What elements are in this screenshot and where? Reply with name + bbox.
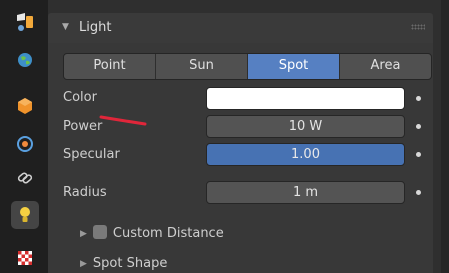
color-swatch[interactable] bbox=[206, 87, 405, 110]
specular-label: Specular bbox=[63, 147, 120, 162]
physics-tab[interactable] bbox=[11, 130, 39, 158]
panel-scrollbar[interactable] bbox=[441, 0, 449, 273]
constraints-icon bbox=[17, 172, 33, 184]
power-label: Power bbox=[63, 119, 103, 134]
light-panel-header[interactable]: ▼ Light bbox=[48, 13, 433, 43]
physics-icon bbox=[17, 136, 33, 152]
light-type-selector: Point Sun Spot Area bbox=[63, 53, 432, 80]
light-type-point[interactable]: Point bbox=[64, 54, 156, 79]
collapse-triangle-icon[interactable]: ▼ bbox=[62, 22, 69, 32]
render-tab[interactable] bbox=[11, 8, 39, 36]
color-label: Color bbox=[63, 90, 97, 105]
constraints-tab[interactable] bbox=[11, 164, 39, 192]
light-panel-body: Point Sun Spot Area Color Power 10 W Spe… bbox=[48, 43, 433, 273]
spot-shape-label: Spot Shape bbox=[92, 256, 168, 271]
annotation-mark bbox=[99, 115, 147, 126]
object-tab[interactable] bbox=[11, 92, 39, 120]
radius-field[interactable]: 1 m bbox=[206, 181, 405, 204]
light-type-sun[interactable]: Sun bbox=[156, 54, 248, 79]
texture-icon bbox=[18, 251, 32, 265]
world-tab[interactable] bbox=[11, 46, 39, 74]
render-icon bbox=[17, 13, 33, 31]
radius-label: Radius bbox=[63, 185, 107, 200]
light-data-icon bbox=[20, 207, 30, 222]
expand-triangle-icon[interactable]: ▶ bbox=[80, 229, 87, 239]
expand-triangle-icon[interactable]: ▶ bbox=[80, 259, 87, 269]
spot-shape-subpanel[interactable]: ▶ Spot Shape bbox=[80, 256, 167, 271]
specular-animate-dot[interactable] bbox=[416, 152, 421, 157]
texture-tab[interactable] bbox=[11, 244, 39, 272]
panel-title: Light bbox=[79, 20, 112, 35]
radius-animate-dot[interactable] bbox=[416, 190, 421, 195]
light-properties-panel: ▼ Light Point Sun Spot Area Color Power … bbox=[48, 0, 441, 273]
light-data-tab[interactable] bbox=[11, 201, 39, 229]
properties-tab-strip bbox=[0, 0, 48, 273]
specular-slider[interactable]: 1.00 bbox=[206, 143, 405, 166]
object-icon bbox=[18, 98, 32, 114]
world-icon bbox=[18, 53, 32, 67]
light-type-area[interactable]: Area bbox=[340, 54, 431, 79]
light-type-spot[interactable]: Spot bbox=[248, 54, 340, 79]
power-field[interactable]: 10 W bbox=[206, 115, 405, 138]
power-animate-dot[interactable] bbox=[416, 124, 421, 129]
drag-grip-icon[interactable] bbox=[411, 24, 425, 30]
custom-distance-checkbox[interactable] bbox=[92, 225, 107, 239]
custom-distance-label: Custom Distance bbox=[112, 226, 224, 241]
custom-distance-subpanel[interactable]: ▶ Custom Distance bbox=[80, 225, 224, 241]
color-animate-dot[interactable] bbox=[416, 96, 421, 101]
